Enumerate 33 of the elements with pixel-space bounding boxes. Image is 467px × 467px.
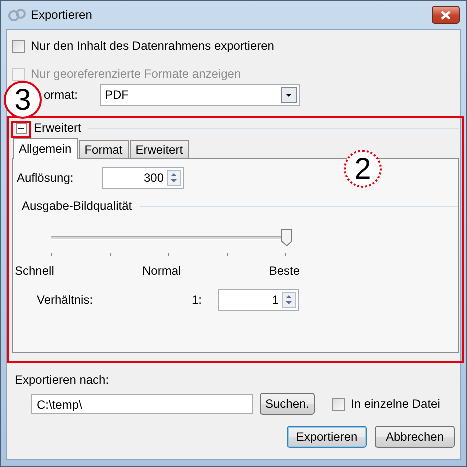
slider-label: Schnell: [15, 264, 54, 278]
slider-label: Beste: [269, 264, 300, 278]
checkbox[interactable]: [12, 40, 25, 52]
field-label: ormat:: [44, 88, 80, 102]
format-dropdown[interactable]: PDF: [100, 84, 300, 106]
collapse-toggle[interactable]: [16, 122, 27, 134]
close-icon: [441, 10, 451, 20]
field-label: Exportieren nach:: [15, 373, 110, 387]
slider-thumb[interactable]: [281, 228, 293, 247]
group-label: Ausgabe-Bildqualität: [22, 199, 134, 213]
field-label: Verhältnis:: [37, 293, 94, 307]
tab[interactable]: Format: [78, 140, 129, 158]
field-label: Auflösung:: [17, 171, 75, 185]
number-field[interactable]: 300: [102, 167, 184, 189]
app-logo-icon: [8, 7, 26, 23]
dialog-button[interactable]: Abbrechen: [375, 426, 455, 448]
field-label: 1:: [192, 293, 204, 307]
spinner-arrows-icon: [282, 292, 296, 308]
window-title: Exportieren: [31, 8, 92, 22]
number-field[interactable]: 1: [218, 289, 299, 311]
path-field[interactable]: C:\temp\: [31, 394, 253, 414]
tab[interactable]: Erweitert: [130, 140, 190, 158]
checkbox[interactable]: [332, 398, 345, 410]
checkbox-label: Nur georeferenzierte Formate anzeigen: [31, 67, 242, 81]
close-button[interactable]: [432, 6, 460, 24]
checkbox-label: Nur den Inhalt des Datenrahmens exportieren: [31, 39, 274, 53]
spinner-arrows-icon: [167, 170, 181, 186]
slider-label: Normal: [142, 264, 182, 278]
browse-button[interactable]: Suchen.: [260, 393, 315, 415]
section-label: Erweitert: [34, 121, 82, 135]
dialog-button[interactable]: Exportieren: [287, 426, 367, 448]
tab[interactable]: Allgemein: [13, 138, 78, 159]
checkbox-label: In einzelne Datei: [351, 397, 440, 411]
